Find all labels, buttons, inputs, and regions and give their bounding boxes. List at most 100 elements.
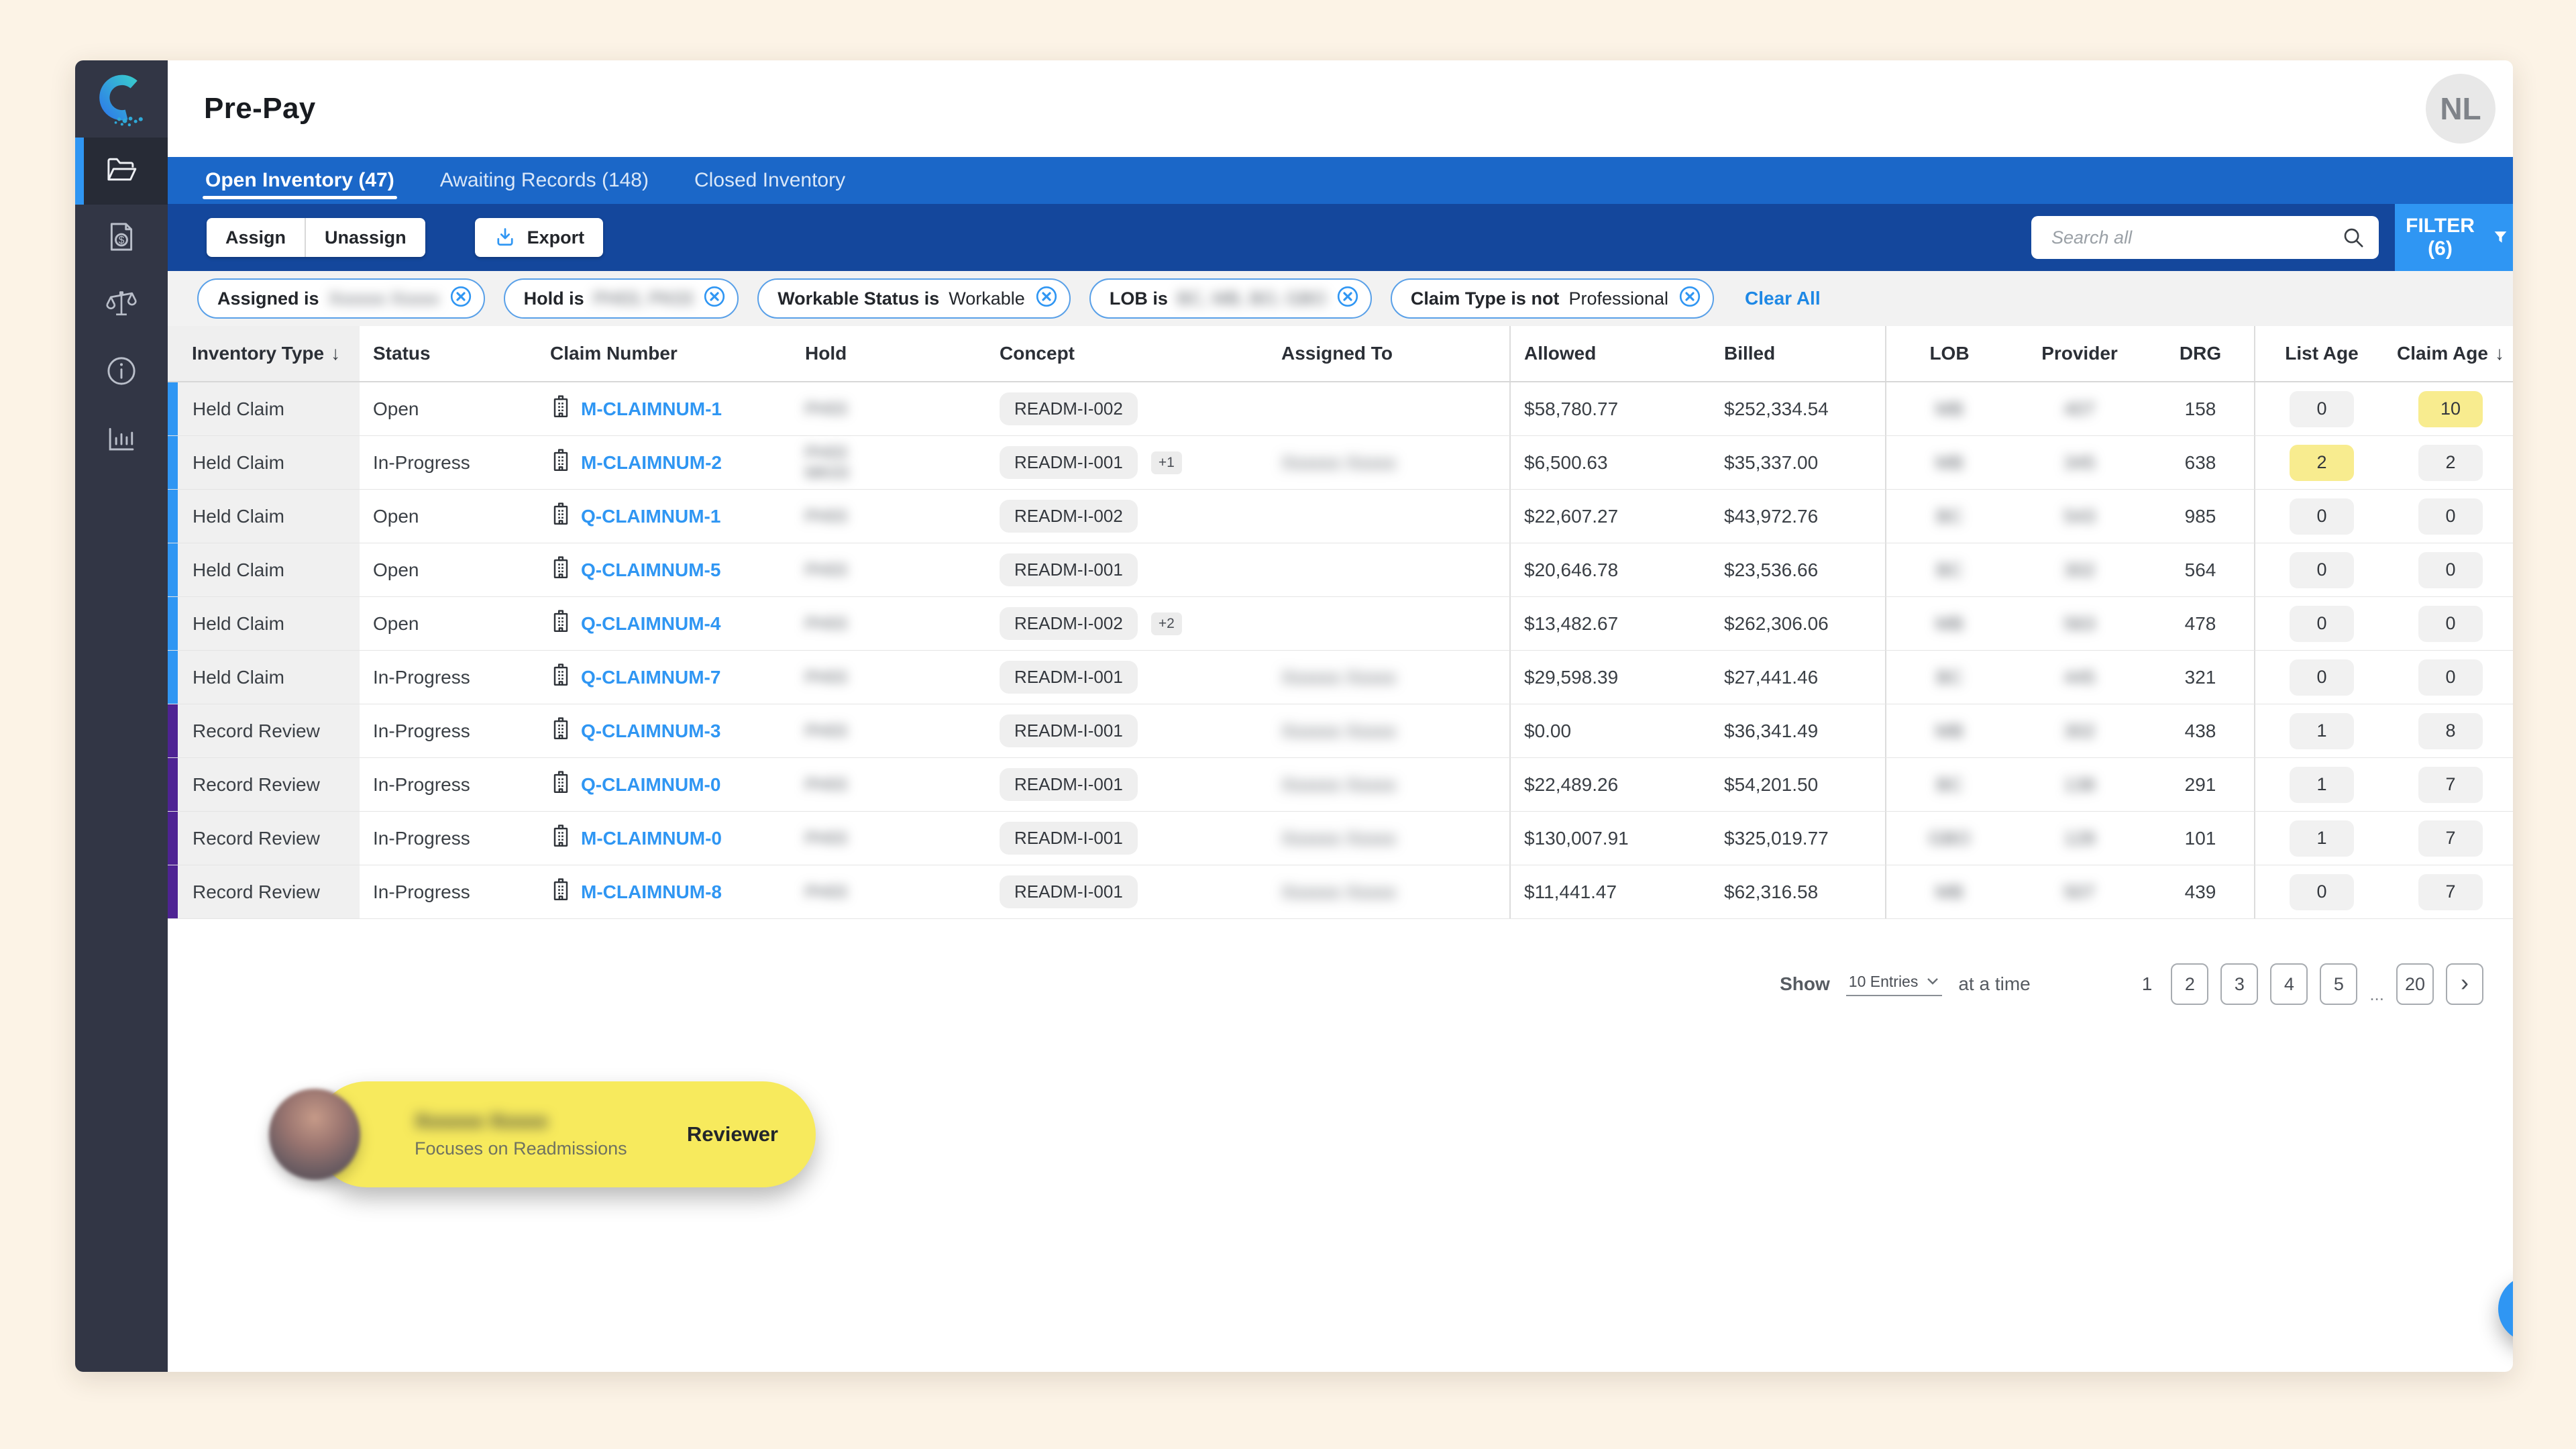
list-age-pill: 0	[2290, 873, 2354, 910]
cell-claim-age: 7	[2388, 812, 2513, 865]
claim-number-link[interactable]: M-CLAIMNUM-8	[581, 881, 722, 903]
export-button[interactable]: Export	[474, 218, 604, 257]
cell-status: In-Progress	[373, 451, 470, 473]
column-label: Provider	[2041, 343, 2118, 364]
cell-billed: $23,536.66	[1724, 559, 1819, 580]
table-row: Record Review In-Progress M-CLAIMNUM-0 PH03…	[168, 812, 2513, 865]
cell-drg: 638	[2184, 451, 2216, 473]
cell-drg: 101	[2184, 827, 2216, 849]
unassign-button[interactable]: Unassign	[305, 218, 425, 257]
page-button-4[interactable]: 4	[2270, 963, 2308, 1005]
chip-remove-button[interactable]	[449, 284, 473, 313]
app-logo[interactable]	[75, 60, 168, 138]
search-icon[interactable]	[2341, 225, 2365, 250]
cell-concept: READM-I-001	[986, 543, 1268, 596]
cell-hold: PH03	[805, 667, 847, 687]
concept-pill: READM-I-001	[1000, 875, 1138, 908]
sidebar-item-scales[interactable]	[75, 272, 168, 339]
cell-status: In-Progress	[373, 666, 470, 688]
close-circle-icon	[1336, 284, 1360, 313]
tab-1[interactable]: Awaiting Records (148)	[417, 157, 672, 204]
page-button-3[interactable]: 3	[2220, 963, 2259, 1005]
page-button-last[interactable]: 20	[2396, 963, 2434, 1005]
cell-provider: 507	[2063, 881, 2096, 902]
cell-claim-number: M-CLAIMNUM-8	[537, 865, 792, 918]
assign-button[interactable]: Assign	[207, 218, 305, 257]
column-header-inventory-type[interactable]: Inventory Type ↓	[168, 326, 360, 381]
cell-status: In-Progress	[373, 881, 470, 902]
user-avatar[interactable]: NL	[2426, 74, 2496, 144]
claim-number-link[interactable]: M-CLAIMNUM-1	[581, 398, 722, 420]
next-page-button[interactable]: ›	[2446, 963, 2483, 1005]
building-icon	[550, 394, 572, 423]
claim-number-link[interactable]: Q-CLAIMNUM-3	[581, 720, 720, 742]
cell-claim-number: Q-CLAIMNUM-0	[537, 758, 792, 811]
concept-pill: READM-I-002	[1000, 500, 1138, 533]
cell-concept: READM-I-002 +2	[986, 597, 1268, 650]
chip-remove-button[interactable]	[1678, 284, 1702, 313]
table-row: Held Claim Open Q-CLAIMNUM-1 PH03 READM-I-00…	[168, 490, 2513, 543]
cell-claim-age: 0	[2388, 597, 2513, 650]
chip-remove-button[interactable]	[1034, 284, 1059, 313]
sidebar-item-info[interactable]	[75, 339, 168, 406]
page-button-2[interactable]: 2	[2171, 963, 2209, 1005]
claim-age-pill: 2	[2418, 444, 2483, 481]
cell-inventory-type: Held Claim	[168, 382, 360, 435]
building-icon	[550, 555, 572, 584]
table-row: Held Claim Open Q-CLAIMNUM-5 PH03 READM-I-00…	[168, 543, 2513, 597]
search-input[interactable]	[2050, 226, 2341, 249]
chip-label: LOB is	[1109, 288, 1168, 309]
page-button-5[interactable]: 5	[2320, 963, 2358, 1005]
close-circle-icon	[702, 284, 727, 313]
claim-age-pill: 0	[2418, 659, 2483, 696]
sidebar-item-invoice[interactable]: $	[75, 205, 168, 272]
chip-label: Claim Type is not	[1410, 288, 1560, 309]
filter-button[interactable]: FILTER (6)	[2395, 204, 2513, 271]
claim-number-link[interactable]: Q-CLAIMNUM-1	[581, 506, 720, 527]
cell-inventory-type: Held Claim	[168, 597, 360, 650]
clear-all-link[interactable]: Clear All	[1745, 288, 1821, 309]
claim-number-link[interactable]: Q-CLAIMNUM-5	[581, 559, 720, 581]
assign-unassign-group: Assign Unassign	[207, 218, 425, 257]
entries-per-page-select[interactable]: 10 Entries	[1845, 973, 1943, 996]
sidebar-item-folder-open[interactable]	[75, 138, 168, 205]
column-header-assigned-to: Assigned To	[1268, 326, 1509, 381]
column-header-claim-number: Claim Number	[537, 326, 792, 381]
cell-hold: PH03 MK03	[805, 443, 849, 482]
floating-action-button[interactable]	[2498, 1275, 2513, 1342]
column-label: Allowed	[1524, 343, 1597, 364]
cell-claim-age: 0	[2388, 651, 2513, 704]
reviewer-subtitle: Focuses on Readmissions	[415, 1138, 627, 1159]
cell-hold: PH03	[805, 506, 847, 526]
concept-pill: READM-I-002	[1000, 607, 1138, 640]
claim-number-link[interactable]: M-CLAIMNUM-2	[581, 452, 722, 474]
pagination-ellipsis: ...	[2369, 984, 2384, 1004]
cell-lob: MB	[1885, 865, 2012, 918]
claim-age-pill: 10	[2418, 390, 2483, 427]
building-icon	[550, 502, 572, 531]
cell-assigned-to: Xxxxxx Xxxxx	[1281, 720, 1397, 741]
concept-pill: READM-I-002	[1000, 392, 1138, 425]
svg-text:$: $	[119, 235, 125, 246]
cell-claim-number: Q-CLAIMNUM-5	[537, 543, 792, 596]
column-header-claim-age[interactable]: Claim Age ↓	[2388, 326, 2513, 381]
claim-number-link[interactable]: Q-CLAIMNUM-0	[581, 774, 720, 796]
cell-status: Open	[373, 505, 419, 527]
funnel-icon	[2494, 231, 2507, 243]
sort-desc-icon: ↓	[331, 343, 341, 364]
tab-0[interactable]: Open Inventory (47)	[182, 157, 417, 204]
tab-2[interactable]: Closed Inventory	[672, 157, 868, 204]
cell-concept: READM-I-002	[986, 490, 1268, 543]
claim-age-pill: 0	[2418, 605, 2483, 642]
chip-remove-button[interactable]	[702, 284, 727, 313]
sidebar-item-bar-chart[interactable]	[75, 406, 168, 473]
cell-hold: PH03	[805, 882, 847, 902]
sort-desc-icon: ↓	[2494, 343, 2504, 364]
claim-number-link[interactable]: M-CLAIMNUM-0	[581, 828, 722, 849]
cell-allowed: $0.00	[1509, 704, 1711, 757]
claim-number-link[interactable]: Q-CLAIMNUM-4	[581, 613, 720, 635]
claim-number-link[interactable]: Q-CLAIMNUM-7	[581, 667, 720, 688]
list-age-pill: 0	[2290, 551, 2354, 588]
chip-remove-button[interactable]	[1336, 284, 1360, 313]
cell-inventory-type: Held Claim	[168, 490, 360, 543]
